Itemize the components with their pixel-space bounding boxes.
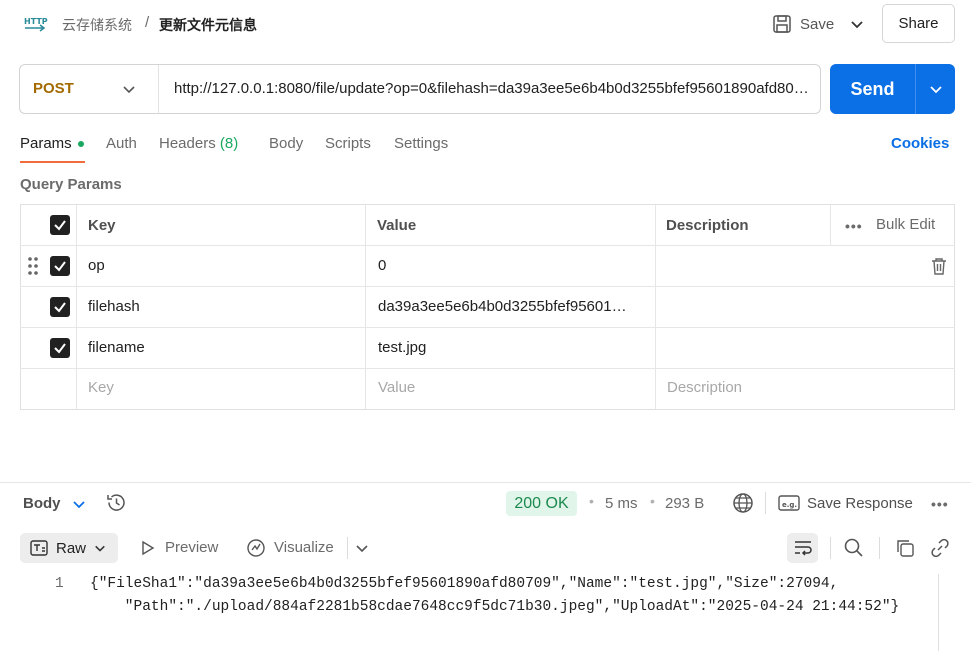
drag-handle-icon[interactable] [27,256,39,276]
method-chevron-icon[interactable] [122,82,136,96]
save-options-button[interactable] [841,9,873,39]
save-response-button[interactable]: Save Response [807,495,913,512]
response-divider [0,482,971,483]
response-body-line-2[interactable]: "Path":"./upload/884af2281b58cdae7648cc9… [90,599,899,615]
params-active-dot [78,141,84,147]
play-icon [140,540,156,556]
tab-params-underline [20,161,85,163]
raw-text-icon [30,540,48,556]
link-icon[interactable] [930,538,950,558]
wrap-lines-icon [793,539,813,557]
param-row-checkbox[interactable] [50,297,70,317]
tab-settings[interactable]: Settings [394,135,448,152]
visualize-icon [246,538,266,558]
column-header-key: Key [88,217,116,234]
breadcrumb-collection[interactable]: 云存储系统 [62,15,132,35]
tab-body[interactable]: Body [269,135,303,152]
param-value-cell[interactable]: 0 [378,257,386,274]
raw-view-select[interactable]: Raw [20,533,118,563]
wrap-lines-button[interactable] [787,533,818,563]
tab-scripts[interactable]: Scripts [325,135,371,152]
history-icon[interactable] [106,492,127,513]
column-header-description: Description [666,217,749,234]
response-size[interactable]: 293 B [665,495,704,512]
response-body-label[interactable]: Body [23,495,61,512]
new-key-input[interactable]: Key [88,379,114,396]
param-value-cell[interactable]: test.jpg [378,339,426,356]
param-value-cell[interactable]: da39a3ee5e6b4b0d3255bfef95601… [378,298,627,315]
trash-icon[interactable] [931,257,947,275]
param-key-cell[interactable]: op [88,257,105,274]
response-body-line-1[interactable]: {"FileSha1":"da39a3ee5e6b4b0d3255bfef956… [90,576,838,592]
headers-count-badge: (8) [219,135,239,152]
tab-params[interactable]: Params [20,135,72,152]
toolbar-divider [765,492,766,514]
line-number: 1 [55,576,64,592]
save-label: Save [800,15,835,33]
globe-icon[interactable] [732,492,754,514]
chevron-down-icon [850,17,864,31]
chevron-down-icon [94,542,106,554]
preview-button[interactable]: Preview [165,539,218,556]
response-scrollbar[interactable] [938,574,939,651]
bulk-edit-button[interactable]: Bulk Edit [876,216,935,233]
svg-text:e.g.: e.g. [782,501,797,509]
send-button[interactable]: Send [830,64,915,114]
send-options-button[interactable] [915,64,955,114]
breadcrumb-request-name[interactable]: 更新文件元信息 [159,15,257,35]
raw-label: Raw [56,539,87,557]
more-options-icon[interactable]: ••• [931,496,949,512]
save-response-icon: e.g. [778,494,800,512]
meta-separator: • [589,493,594,509]
svg-text:HTTP: HTTP [24,17,48,26]
chevron-down-icon[interactable] [355,541,369,555]
method-select[interactable]: POST [33,80,74,97]
tab-auth[interactable]: Auth [106,135,137,152]
select-all-checkbox[interactable] [50,215,70,235]
tab-headers-label: Headers [159,135,216,152]
status-badge[interactable]: 200 OK [506,491,577,516]
breadcrumb-separator: / [145,14,150,31]
search-icon[interactable] [843,537,864,558]
toolbar-divider [830,537,831,559]
new-value-input[interactable]: Value [378,379,415,396]
share-button[interactable]: Share [882,4,955,43]
tab-headers[interactable]: Headers (8) [159,135,238,152]
column-header-value: Value [377,217,417,234]
toolbar-divider [347,537,348,559]
meta-separator: • [650,493,655,509]
param-row-checkbox[interactable] [50,256,70,276]
url-divider [158,65,159,113]
param-row-checkbox[interactable] [50,338,70,358]
url-input[interactable]: http://127.0.0.1:8080/file/update?op=0&f… [174,80,814,97]
chevron-down-icon [929,82,943,96]
response-time[interactable]: 5 ms [605,495,638,512]
visualize-button[interactable]: Visualize [274,539,334,556]
chevron-down-icon[interactable] [72,497,86,511]
more-options-icon[interactable]: ••• [845,218,863,234]
toolbar-divider [879,537,880,559]
http-icon: HTTP [24,14,48,34]
save-button[interactable]: Save [766,9,840,39]
copy-icon[interactable] [895,538,915,558]
save-icon [772,14,792,34]
param-key-cell[interactable]: filehash [88,298,140,315]
query-params-title: Query Params [20,176,122,193]
cookies-link[interactable]: Cookies [891,135,949,152]
new-description-input[interactable]: Description [667,379,742,396]
param-key-cell[interactable]: filename [88,339,145,356]
